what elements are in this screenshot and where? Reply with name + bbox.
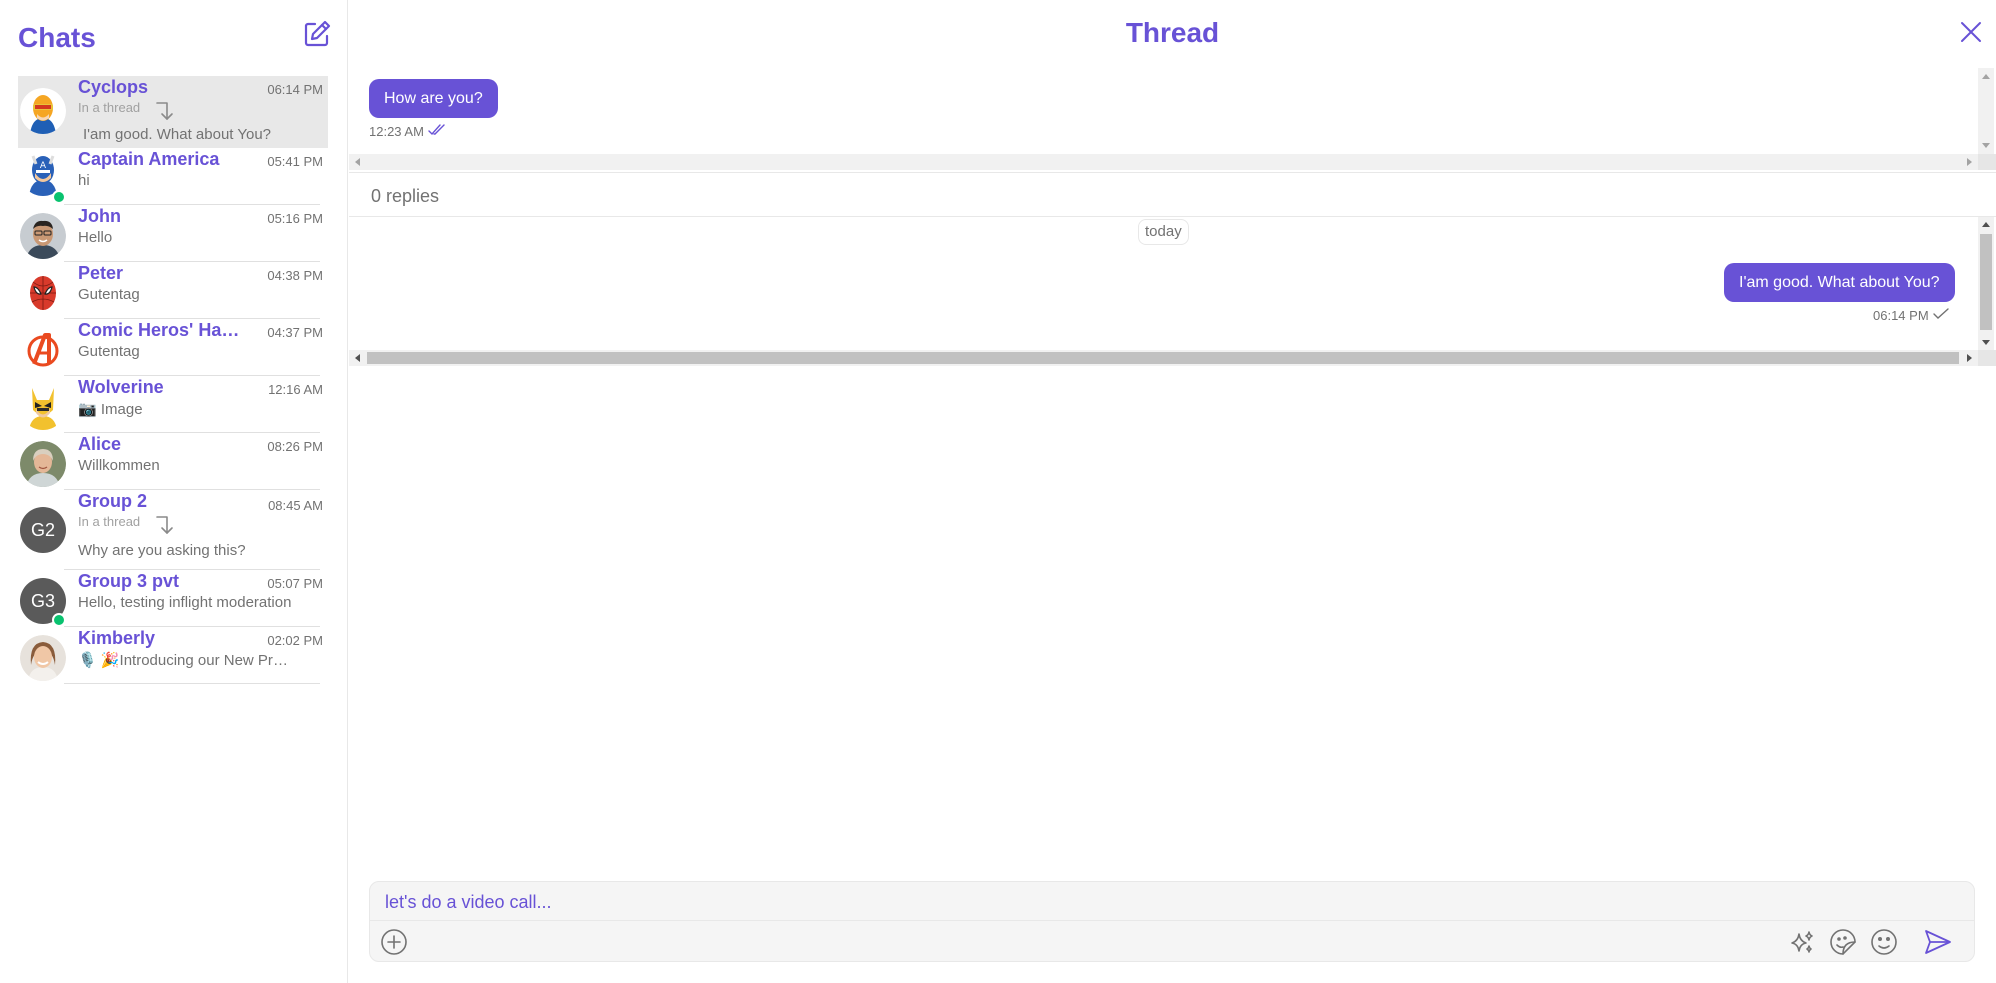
parent-vertical-scrollbar[interactable]	[1978, 68, 1994, 154]
read-receipt-icon	[428, 124, 446, 139]
message-time: 06:14 PM	[1873, 308, 1929, 323]
chat-preview: Gutentag	[78, 343, 140, 360]
sidebar-title: Chats	[18, 22, 96, 53]
chat-item-john[interactable]: John 05:16 PM Hello	[18, 205, 328, 262]
close-icon[interactable]	[1959, 20, 1983, 44]
reply-message-bubble[interactable]: I'am good. What about You?	[1724, 263, 1955, 302]
message-composer	[369, 881, 1975, 962]
sent-check-icon	[1932, 308, 1949, 323]
chat-time: 08:45 AM	[268, 498, 323, 513]
chat-preview: I'am good. What about You?	[83, 126, 272, 143]
parent-horizontal-scrollbar[interactable]	[349, 154, 1978, 170]
scrollbar-corner	[1978, 154, 1996, 170]
chat-item-peter[interactable]: Peter 04:38 PM Gutentag	[18, 262, 328, 319]
chat-time: 02:02 PM	[267, 633, 323, 648]
chat-preview: Hello	[78, 229, 113, 246]
scrollbar-thumb[interactable]	[1980, 234, 1992, 330]
chat-name: Kimberly	[78, 628, 156, 648]
chat-name: Group 2	[78, 491, 148, 511]
avatar	[20, 635, 66, 681]
chat-item-kimberly[interactable]: Kimberly 02:02 PM 🎙️ 🎉Introducing our Ne…	[18, 627, 328, 684]
avatar	[20, 384, 66, 430]
replies-bar: 0 replies	[349, 172, 1996, 217]
chat-item-alice[interactable]: Alice 08:26 PM Willkommen	[18, 433, 328, 490]
online-indicator	[52, 613, 66, 627]
avatar	[20, 270, 66, 316]
thread-panel: Thread How are you? 12:23 AM 0 replies t…	[349, 0, 1996, 983]
parent-message-bubble[interactable]: How are you?	[369, 79, 498, 118]
chat-preview: Why are you asking this?	[78, 542, 246, 559]
svg-text:A: A	[40, 161, 47, 171]
ai-sparkle-icon[interactable]	[1788, 928, 1816, 956]
emoji-icon[interactable]	[1870, 928, 1898, 956]
avatar: G2	[20, 507, 66, 553]
replies-count: 0 replies	[371, 186, 440, 206]
add-attachment-icon[interactable]	[380, 928, 408, 956]
thread-title: Thread	[1125, 17, 1220, 48]
chat-preview: hi	[78, 172, 90, 189]
scrollbar-corner	[1978, 350, 1996, 366]
chat-item-comic-heros-hangout[interactable]: Comic Heros' Hangout 04:37 PM Gutentag	[18, 319, 328, 376]
avatar	[20, 441, 66, 487]
compose-icon[interactable]	[301, 18, 333, 50]
chat-name: Wolverine	[78, 377, 164, 397]
reply-message-meta: 06:14 PM	[1873, 308, 1949, 323]
chats-sidebar: Chats Cyclops 06:14 PM In a thread I'am …	[0, 0, 348, 983]
divider	[64, 683, 320, 684]
date-separator: today	[1138, 219, 1189, 245]
chat-time: 08:26 PM	[267, 439, 323, 454]
replies-vertical-scrollbar[interactable]	[1978, 217, 1994, 350]
avatar	[20, 88, 66, 134]
chat-name: Captain America	[78, 149, 220, 169]
thread-arrow-icon	[154, 514, 178, 543]
thread-hint: In a thread	[78, 514, 141, 529]
chat-name: Cyclops	[78, 77, 149, 97]
avatar	[20, 327, 66, 373]
chat-item-captain-america[interactable]: A Captain America 05:41 PM hi	[18, 148, 328, 205]
chat-time: 05:07 PM	[267, 576, 323, 591]
sticker-icon[interactable]	[1829, 928, 1857, 956]
composer-divider	[370, 920, 1974, 921]
chat-time: 04:37 PM	[267, 325, 323, 340]
message-input[interactable]	[385, 890, 1955, 914]
chat-list: Cyclops 06:14 PM In a thread I'am good. …	[18, 76, 328, 684]
chat-name: John	[78, 206, 121, 226]
avatar	[20, 213, 66, 259]
chat-time: 12:16 AM	[268, 382, 323, 397]
chat-item-cyclops[interactable]: Cyclops 06:14 PM In a thread I'am good. …	[18, 76, 328, 148]
send-icon[interactable]	[1923, 928, 1953, 956]
chat-item-group-2[interactable]: G2 Group 2 08:45 AM In a thread Why are …	[18, 490, 328, 570]
online-indicator	[52, 190, 66, 204]
chat-time: 06:14 PM	[267, 82, 323, 97]
thread-arrow-icon	[154, 100, 178, 129]
chat-preview: 📷 Image	[78, 401, 143, 418]
chat-name: Alice	[78, 434, 122, 454]
chat-time: 05:41 PM	[267, 154, 323, 169]
chat-preview: Hello, testing inflight moderation	[78, 594, 292, 611]
parent-message-area: How are you? 12:23 AM	[349, 68, 1996, 154]
scrollbar-thumb[interactable]	[367, 352, 1959, 364]
chat-preview: Gutentag	[78, 286, 140, 303]
parent-message-meta: 12:23 AM	[369, 124, 446, 139]
chat-time: 04:38 PM	[267, 268, 323, 283]
thread-hint: In a thread	[78, 100, 141, 115]
chat-name: Comic Heros' Hangout	[78, 320, 248, 340]
chat-preview: 🎙️ 🎉Introducing our New Product	[78, 652, 296, 669]
chat-preview: Willkommen	[78, 457, 160, 474]
chat-name: Group 3 pvt	[78, 571, 180, 591]
chat-name: Peter	[78, 263, 124, 283]
sidebar-header: Chats	[18, 18, 333, 54]
chat-item-group-3-pvt[interactable]: G3 Group 3 pvt 05:07 PM Hello, testing i…	[18, 570, 328, 627]
replies-horizontal-scrollbar[interactable]	[349, 350, 1978, 366]
chat-time: 05:16 PM	[267, 211, 323, 226]
chat-item-wolverine[interactable]: Wolverine 12:16 AM 📷 Image	[18, 376, 328, 433]
message-time: 12:23 AM	[369, 124, 424, 139]
